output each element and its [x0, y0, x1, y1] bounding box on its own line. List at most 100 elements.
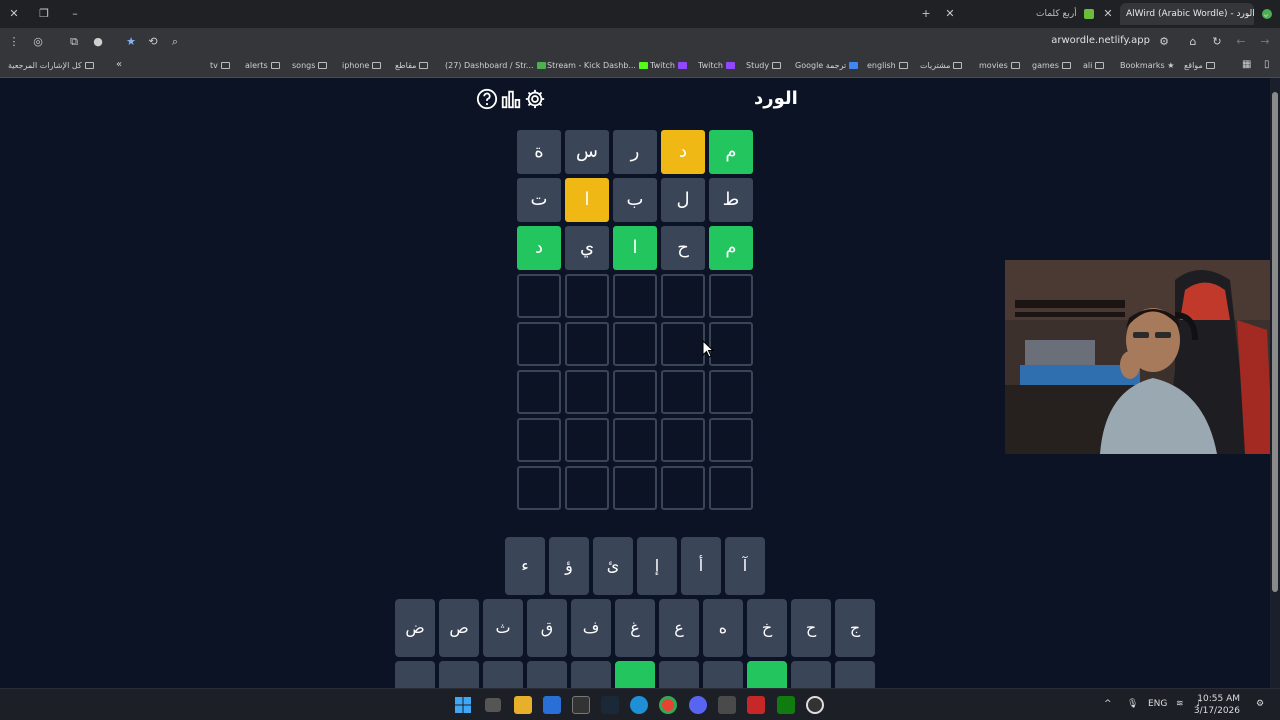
notification-icon[interactable]: ⚙: [1256, 699, 1264, 709]
bookmark-tv[interactable]: tv: [210, 61, 230, 70]
tab-search-icon[interactable]: ⌄: [1258, 6, 1274, 22]
bookmark-dashboard[interactable]: (27) Dashboard / Str...: [445, 61, 546, 70]
windows-start-icon[interactable]: [454, 696, 472, 714]
key[interactable]: [791, 661, 831, 688]
page-scrollbar[interactable]: [1270, 78, 1280, 688]
bookmark-sites[interactable]: مواقع: [1184, 61, 1215, 70]
key[interactable]: ه: [703, 599, 743, 657]
key[interactable]: [571, 661, 611, 688]
language-indicator[interactable]: ENG: [1148, 699, 1167, 709]
tile-empty: [517, 370, 561, 414]
tray-chevron-icon[interactable]: ^: [1104, 699, 1112, 709]
bookmark-google-translate[interactable]: Google ترجمة: [795, 61, 859, 70]
key[interactable]: [615, 661, 655, 688]
key[interactable]: ئ: [593, 537, 633, 595]
key[interactable]: إ: [637, 537, 677, 595]
microphone-icon[interactable]: 🎙: [1127, 699, 1138, 709]
minimize-window-icon[interactable]: –: [67, 6, 83, 22]
key[interactable]: ق: [527, 599, 567, 657]
bookmark-star-icon[interactable]: ★: [123, 34, 139, 50]
close-tab-icon[interactable]: ✕: [942, 6, 958, 22]
key[interactable]: [395, 661, 435, 688]
key[interactable]: [703, 661, 743, 688]
site-settings-icon[interactable]: ⚙: [1156, 34, 1172, 50]
bookmark-label: (27) Dashboard / Str...: [445, 61, 534, 70]
tab-alwird[interactable]: AlWird (Arabic Wordle) - الورد: [1120, 3, 1272, 25]
bookmark-purchases[interactable]: مشتريات: [920, 61, 963, 70]
key[interactable]: [659, 661, 699, 688]
file-explorer-icon[interactable]: [514, 696, 532, 714]
key[interactable]: [439, 661, 479, 688]
bookmark-clips[interactable]: مقاطع: [395, 61, 429, 70]
bookmark-movies[interactable]: movies: [979, 61, 1020, 70]
folder-icon: [270, 62, 280, 69]
system-clock[interactable]: 10:55 AM 3/17/2026: [1194, 693, 1240, 717]
extensions-icon[interactable]: ⧉: [66, 34, 82, 50]
bookmark-games[interactable]: games: [1032, 61, 1071, 70]
media-icon[interactable]: [747, 696, 765, 714]
xbox-icon[interactable]: [777, 696, 795, 714]
key[interactable]: ع: [659, 599, 699, 657]
translate-icon[interactable]: ⟲: [145, 34, 161, 50]
bookmark-twitch-1[interactable]: Twitch: [650, 61, 687, 70]
bookmark-study[interactable]: Study: [746, 61, 782, 70]
key[interactable]: ج: [835, 599, 875, 657]
calendar-icon[interactable]: [543, 696, 561, 714]
menu-icon[interactable]: ⋮: [6, 34, 22, 50]
home-icon[interactable]: ⌂: [1185, 34, 1201, 50]
key[interactable]: آ: [725, 537, 765, 595]
obs-icon[interactable]: [806, 696, 824, 714]
key[interactable]: ح: [791, 599, 831, 657]
side-panel-icon[interactable]: ▯: [1264, 59, 1270, 70]
bookmark-bookmarks[interactable]: Bookmarks ★: [1120, 61, 1174, 70]
edge-icon[interactable]: [630, 696, 648, 714]
new-tab-icon[interactable]: +: [918, 6, 934, 22]
key[interactable]: أ: [681, 537, 721, 595]
back-icon[interactable]: →: [1257, 34, 1273, 50]
wifi-icon[interactable]: ≋: [1176, 699, 1184, 709]
app-icon[interactable]: [718, 696, 736, 714]
profile-icon[interactable]: ◎: [30, 34, 46, 50]
restore-window-icon[interactable]: ❐: [36, 6, 52, 22]
zoom-icon[interactable]: ⌕: [167, 34, 183, 50]
steam-icon[interactable]: [601, 696, 619, 714]
extension-icon[interactable]: ●: [90, 34, 106, 50]
bookmark-twitch-2[interactable]: Twitch: [698, 61, 735, 70]
scrollbar-thumb[interactable]: [1272, 92, 1278, 592]
bookmark-english[interactable]: english: [867, 61, 908, 70]
chevron-left-icon[interactable]: «: [116, 59, 122, 70]
key[interactable]: ض: [395, 599, 435, 657]
reload-icon[interactable]: ↻: [1209, 34, 1225, 50]
stats-icon[interactable]: [500, 88, 522, 110]
apps-grid-icon[interactable]: ▦: [1242, 59, 1251, 70]
url-text[interactable]: arwordle.netlify.app: [1051, 35, 1150, 46]
key[interactable]: خ: [747, 599, 787, 657]
tab-four-words[interactable]: أربع كلمات: [1030, 3, 1104, 25]
key[interactable]: ث: [483, 599, 523, 657]
close-window-icon[interactable]: ✕: [6, 6, 22, 22]
bookmark-alerts[interactable]: alerts: [245, 61, 280, 70]
settings-gear-icon[interactable]: [524, 88, 546, 110]
key[interactable]: ص: [439, 599, 479, 657]
key[interactable]: ؤ: [549, 537, 589, 595]
discord-icon[interactable]: [689, 696, 707, 714]
task-view-icon[interactable]: [485, 698, 501, 712]
bookmark-songs[interactable]: songs: [292, 61, 328, 70]
chrome-icon[interactable]: [659, 696, 677, 714]
forward-icon[interactable]: ←: [1233, 34, 1249, 50]
key[interactable]: غ: [615, 599, 655, 657]
bookmark-iphone[interactable]: iphone: [342, 61, 382, 70]
key[interactable]: [483, 661, 523, 688]
tile-r3-c1: م: [709, 226, 753, 270]
key[interactable]: [747, 661, 787, 688]
bookmark-kick[interactable]: Stream - Kick Dashb...: [547, 61, 648, 70]
bookmark-all[interactable]: كل الإشارات المرجعية: [8, 61, 94, 70]
close-active-tab-icon[interactable]: ✕: [1100, 6, 1116, 22]
terminal-icon[interactable]: [572, 696, 590, 714]
bookmark-ali[interactable]: ali: [1083, 61, 1105, 70]
key[interactable]: [835, 661, 875, 688]
key[interactable]: ف: [571, 599, 611, 657]
key[interactable]: [527, 661, 567, 688]
key[interactable]: ء: [505, 537, 545, 595]
help-icon[interactable]: [476, 88, 498, 110]
